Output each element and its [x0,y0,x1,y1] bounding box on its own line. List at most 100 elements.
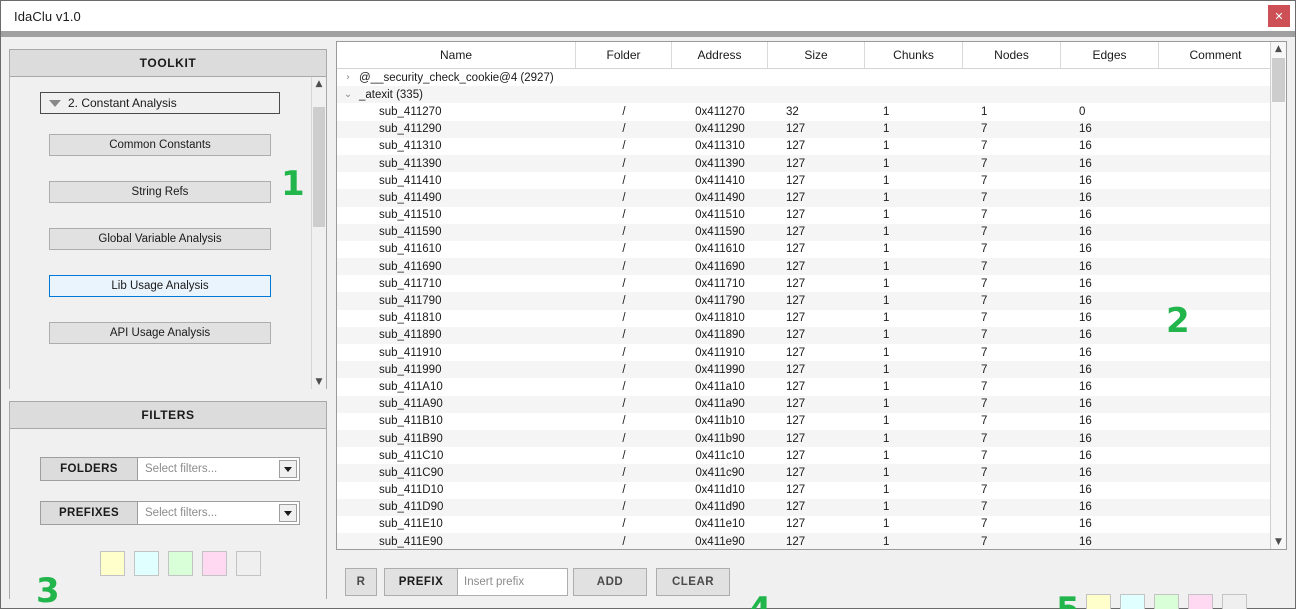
table-row[interactable]: sub_411990 / 0x411990 127 1 7 16 [337,361,1286,379]
cell-edges: 16 [1079,277,1092,290]
tag-swatch-5[interactable] [1222,594,1247,609]
chevron-down-icon[interactable] [279,460,297,478]
filter-swatch-5[interactable] [236,551,261,576]
filter-swatch-2[interactable] [134,551,159,576]
filter-label-prefixes[interactable]: PREFIXES [40,501,138,525]
table-row[interactable]: sub_411A90 / 0x411a90 127 1 7 16 [337,395,1286,413]
cell-folder: / [622,449,626,462]
chevron-down-icon[interactable] [279,504,297,522]
column-header-comment[interactable]: Comment [1159,42,1272,68]
column-header-address[interactable]: Address [672,42,768,68]
column-header-chunks[interactable]: Chunks [865,42,963,68]
toolkit-section-constant-analysis[interactable]: 2. Constant Analysis [40,92,280,114]
chevron-right-icon[interactable]: › [337,69,359,86]
cell-folder: / [622,191,626,204]
table-row[interactable]: sub_411390 / 0x411390 127 1 7 16 [337,154,1286,173]
table-row[interactable]: sub_411490 / 0x411490 127 1 7 16 [337,189,1286,207]
table-row[interactable]: sub_411890 / 0x411890 127 1 7 16 [337,326,1286,344]
cell-size: 127 [786,398,806,411]
cell-folder: / [622,346,626,359]
add-button[interactable]: ADD [573,568,647,596]
toolkit-button-string-refs[interactable]: String Refs [49,181,271,203]
table-scrollbar[interactable]: ▲ ▼ [1270,42,1286,549]
toolkit-button-global-variable-analysis[interactable]: Global Variable Analysis [49,228,271,250]
cell-nodes: 7 [981,191,988,204]
cell-chunks: 1 [883,140,890,153]
column-header-size[interactable]: Size [768,42,865,68]
cell-comment [1159,396,1272,413]
filter-swatch-1[interactable] [100,551,125,576]
table-group-row[interactable]: ⌄ _atexit (335) [337,86,1286,104]
tag-swatch-2[interactable] [1120,594,1145,609]
cell-folder: / [622,260,626,273]
table-row[interactable]: sub_411310 / 0x411310 127 1 7 16 [337,138,1286,155]
table-row[interactable]: sub_411B10 / 0x411b10 127 1 7 16 [337,413,1286,430]
tag-swatch-4[interactable] [1188,594,1213,609]
tag-swatch-1[interactable] [1086,594,1111,609]
table-row[interactable]: sub_411C10 / 0x411c10 127 1 7 16 [337,447,1286,464]
cell-size: 127 [786,329,806,342]
toolkit-button-lib-usage-analysis[interactable]: Lib Usage Analysis [49,275,271,297]
table-row[interactable]: sub_411E10 / 0x411e10 127 1 7 16 [337,516,1286,533]
cell-chunks: 1 [883,105,890,118]
toolkit-button-common-constants[interactable]: Common Constants [49,134,271,156]
table-row[interactable]: sub_411A10 / 0x411a10 127 1 7 16 [337,378,1286,395]
table-group-row[interactable]: › @__security_check_cookie@4 (2927) [337,69,1286,86]
prefix-label[interactable]: PREFIX [384,568,458,596]
table-row[interactable]: sub_411710 / 0x411710 127 1 7 16 [337,275,1286,292]
table-row[interactable]: sub_411810 / 0x411810 127 1 7 16 [337,310,1286,327]
toolkit-panel: TOOLKIT 2. Constant Analysis Common Cons… [9,49,327,389]
cell-address: 0x411890 [695,329,745,342]
cell-comment [1159,378,1272,395]
clear-button[interactable]: CLEAR [656,568,730,596]
table-scroll-thumb[interactable] [1272,58,1285,102]
table-row[interactable]: sub_411B90 / 0x411b90 127 1 7 16 [337,429,1286,448]
column-header-edges[interactable]: Edges [1061,42,1159,68]
filter-swatch-3[interactable] [168,551,193,576]
cell-nodes: 7 [981,363,988,376]
toolkit-scrollbar[interactable]: ▲ ▼ [311,77,326,389]
cell-chunks: 1 [883,312,890,325]
toolkit-header: TOOLKIT [10,50,326,77]
cell-size: 127 [786,295,806,308]
table-row[interactable]: sub_411790 / 0x411790 127 1 7 16 [337,292,1286,310]
table-row[interactable]: sub_411270 / 0x411270 32 1 1 0 [337,103,1286,120]
table-row[interactable]: sub_411D90 / 0x411d90 127 1 7 16 [337,498,1286,516]
chevron-down-icon[interactable]: ⌄ [337,86,359,103]
column-header-folder[interactable]: Folder [576,42,672,68]
table-row[interactable]: sub_411C90 / 0x411c90 127 1 7 16 [337,464,1286,482]
refresh-button[interactable]: R [345,568,377,596]
filter-label-folders[interactable]: FOLDERS [40,457,138,481]
scroll-down-icon[interactable]: ▼ [312,375,326,389]
table-row[interactable]: sub_411E90 / 0x411e90 127 1 7 16 [337,533,1286,549]
cell-nodes: 7 [981,123,988,136]
table-row[interactable]: sub_411590 / 0x411590 127 1 7 16 [337,223,1286,241]
scroll-up-icon[interactable]: ▲ [1271,42,1286,56]
cell-nodes: 7 [981,157,988,170]
scroll-up-icon[interactable]: ▲ [312,77,326,91]
table-row[interactable]: sub_411910 / 0x411910 127 1 7 16 [337,344,1286,361]
cell-address: 0x411310 [695,140,745,153]
cell-name: sub_411810 [379,312,442,325]
cell-edges: 16 [1079,449,1092,462]
table-row[interactable]: sub_411410 / 0x411410 127 1 7 16 [337,172,1286,189]
close-icon[interactable]: ✕ [1268,5,1290,27]
table-row[interactable]: sub_411610 / 0x411610 127 1 7 16 [337,241,1286,258]
filter-combo-folders[interactable]: Select filters... [138,457,300,481]
column-header-name[interactable]: Name [337,42,576,68]
scroll-down-icon[interactable]: ▼ [1271,535,1286,549]
filter-swatch-4[interactable] [202,551,227,576]
cell-chunks: 1 [883,535,890,548]
filter-combo-prefixes[interactable]: Select filters... [138,501,300,525]
prefix-input[interactable] [458,568,568,596]
table-row[interactable]: sub_411510 / 0x411510 127 1 7 16 [337,207,1286,224]
table-row[interactable]: sub_411290 / 0x411290 127 1 7 16 [337,120,1286,138]
toolkit-button-api-usage-analysis[interactable]: API Usage Analysis [49,322,271,344]
table-row[interactable]: sub_411D10 / 0x411d10 127 1 7 16 [337,482,1286,499]
cell-comment [1159,258,1272,275]
column-header-nodes[interactable]: Nodes [963,42,1061,68]
title-bar: IdaClu v1.0 ✕ [1,1,1295,31]
table-row[interactable]: sub_411690 / 0x411690 127 1 7 16 [337,258,1286,276]
toolkit-scroll-thumb[interactable] [313,107,325,227]
tag-swatch-3[interactable] [1154,594,1179,609]
